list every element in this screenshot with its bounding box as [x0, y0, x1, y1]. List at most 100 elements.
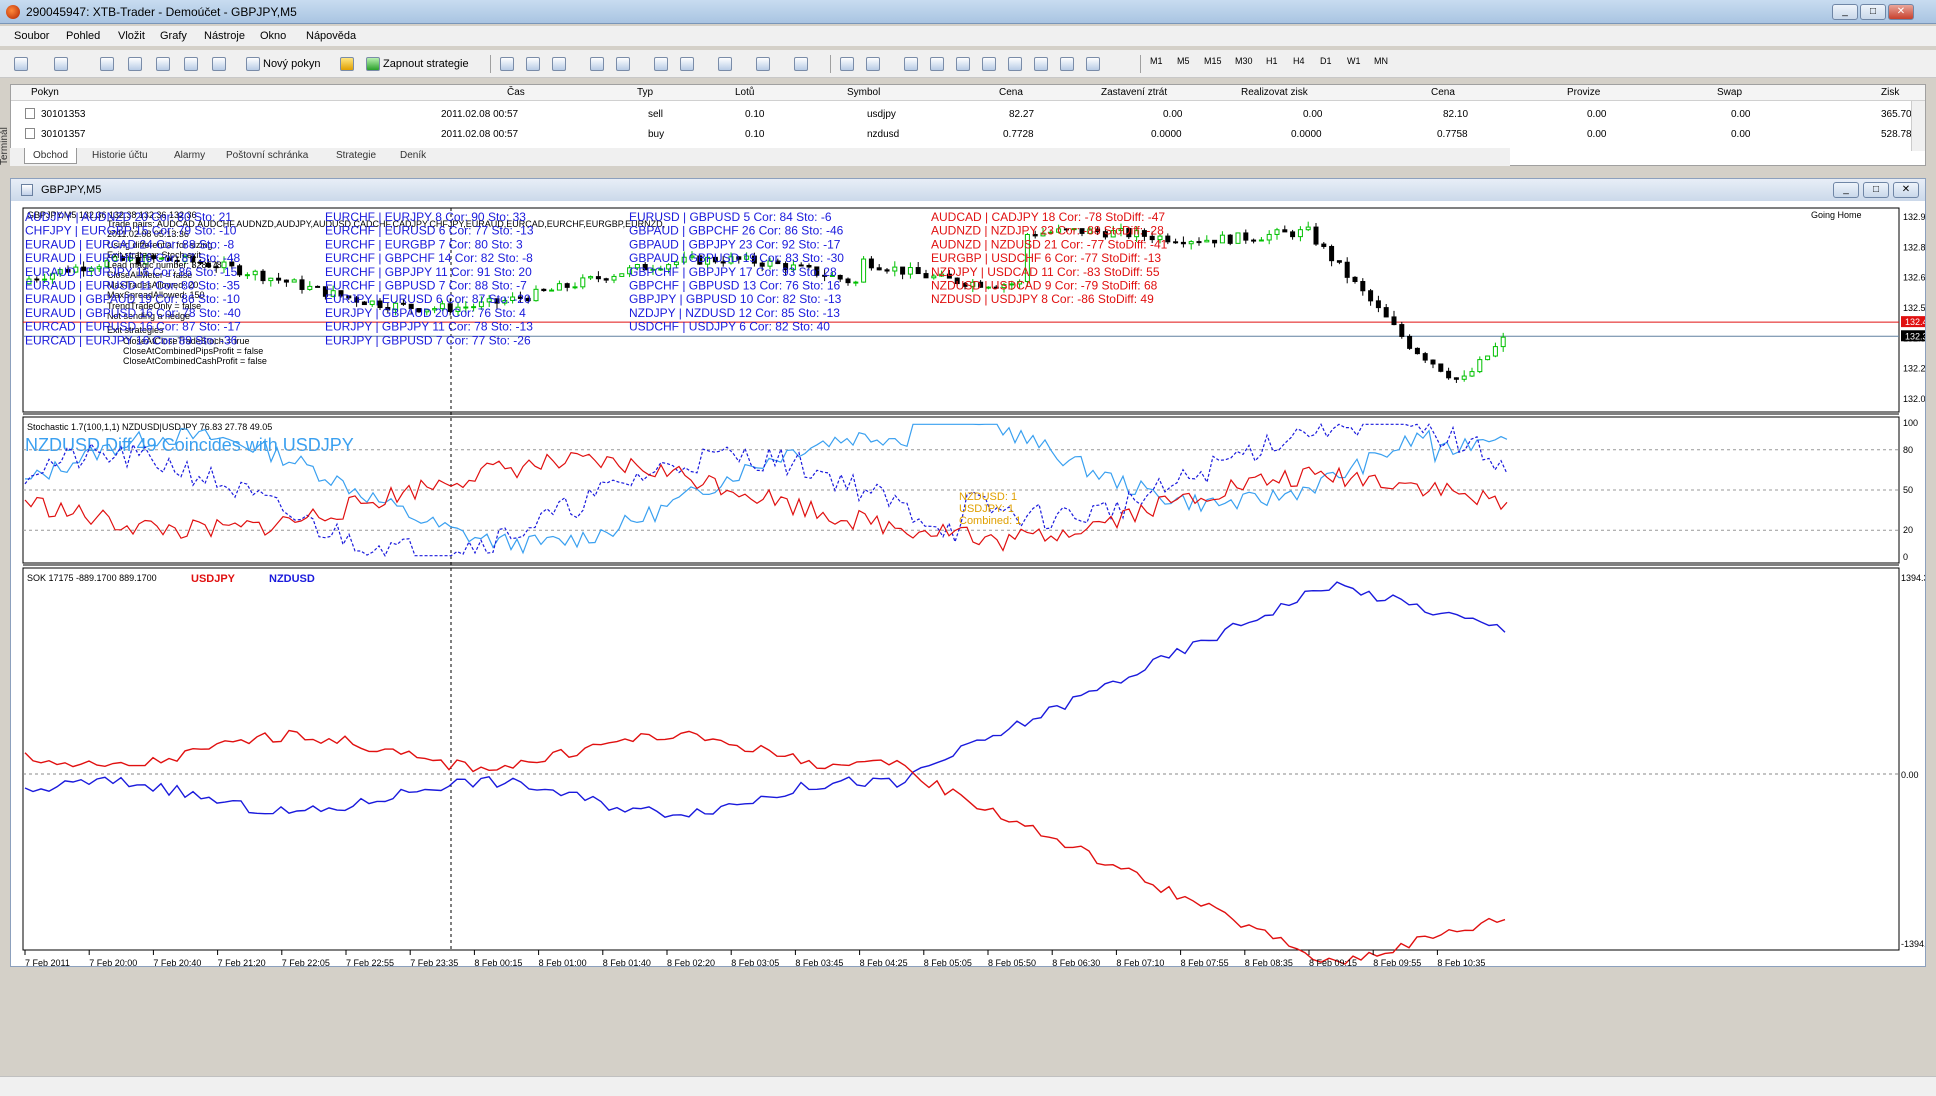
col-pokyn[interactable]: Pokyn	[31, 87, 59, 98]
menu-okno[interactable]: Okno	[260, 30, 286, 42]
candle-body	[1305, 226, 1311, 231]
zoom-out-icon[interactable]	[616, 55, 630, 73]
col-symbol[interactable]: Symbol	[847, 87, 880, 98]
candle-body	[884, 269, 890, 272]
minimize-button[interactable]: _	[1832, 4, 1858, 20]
candle-body	[1297, 229, 1303, 238]
col-provize[interactable]: Provize	[1567, 87, 1600, 98]
zoom-in-icon[interactable]	[590, 55, 604, 73]
chart-minimize-button[interactable]: _	[1833, 182, 1859, 198]
stochastic-big-label: NZDUSD Diff 49 Coincides with USDJPY	[25, 435, 354, 455]
chart-maximize-button[interactable]: □	[1863, 182, 1889, 198]
candle-body	[291, 279, 297, 283]
col-cena-2[interactable]: Cena	[1431, 87, 1455, 98]
tab-postovni-schranka[interactable]: Poštovní schránka	[226, 150, 308, 161]
tab-alarmy[interactable]: Alarmy	[174, 150, 205, 161]
tester-icon[interactable]	[212, 55, 226, 73]
timeframe-w1[interactable]: W1	[1347, 56, 1361, 66]
time-axis-label: 8 Feb 09:15	[1309, 958, 1357, 967]
order-sl: 0.00	[1163, 109, 1183, 120]
timeframe-mn[interactable]: MN	[1374, 56, 1388, 66]
navigator-icon[interactable]	[128, 55, 142, 73]
candle-body	[1469, 371, 1475, 377]
correlation-row: EURGBP | USDCHF 6 Cor: -77 StoDiff: -13	[931, 251, 1161, 265]
menu-pohled[interactable]: Pohled	[66, 30, 100, 42]
col-cas[interactable]: Čas	[507, 87, 525, 98]
col-typ[interactable]: Typ	[637, 87, 653, 98]
col-lotu[interactable]: Lotů	[735, 87, 754, 98]
timeframe-d1[interactable]: D1	[1320, 56, 1332, 66]
candles-icon[interactable]	[526, 55, 540, 73]
terminal-icon[interactable]	[184, 55, 198, 73]
bar-chart-icon[interactable]	[500, 55, 514, 73]
correlation-row: EURCHF | EURGBP 7 Cor: 80 Sto: 3	[325, 237, 523, 251]
new-order-button[interactable]: Nový pokyn	[246, 55, 320, 73]
col-stop-loss[interactable]: Zastavení ztrát	[1101, 87, 1167, 98]
timeframe-m30[interactable]: M30	[1235, 56, 1253, 66]
tab-historie[interactable]: Historie účtu	[92, 150, 148, 161]
order-current-price: 0.7758	[1437, 129, 1468, 140]
arrows-icon[interactable]	[1086, 55, 1100, 73]
menu-napoveda[interactable]: Nápověda	[306, 30, 356, 42]
strategies-button[interactable]: Zapnout strategie	[366, 55, 469, 73]
tab-strategie[interactable]: Strategie	[336, 150, 376, 161]
maximize-button[interactable]: □	[1860, 4, 1886, 20]
col-zisk[interactable]: Zisk	[1881, 87, 1899, 98]
close-button[interactable]: ✕	[1888, 4, 1914, 20]
candle-body	[1391, 316, 1397, 326]
status-bar	[0, 1076, 1936, 1096]
window-title: 290045947: XTB-Trader - Demoúčet - GBPJP…	[26, 5, 297, 19]
timeframe-h1[interactable]: H1	[1266, 56, 1278, 66]
templates-icon[interactable]	[794, 55, 808, 73]
chart-canvas[interactable]: 132.95132.80132.65132.50132.35132.20132.…	[11, 201, 1925, 967]
strategies-icon	[366, 57, 380, 71]
candle-body	[1344, 261, 1350, 278]
chart-shift-icon[interactable]	[680, 55, 694, 73]
cursor-icon[interactable]	[840, 55, 854, 73]
col-take-profit[interactable]: Realizovat zisk	[1241, 87, 1308, 98]
data-window-icon[interactable]	[156, 55, 170, 73]
price-axis-label: 132.65	[1903, 273, 1925, 283]
menu-vlozit[interactable]: Vložit	[118, 30, 145, 42]
text-icon[interactable]	[1034, 55, 1048, 73]
timeframe-h4[interactable]: H4	[1293, 56, 1305, 66]
col-cena[interactable]: Cena	[999, 87, 1023, 98]
crosshair-icon[interactable]	[866, 55, 880, 73]
timeframe-m5[interactable]: M5	[1177, 56, 1190, 66]
chart-close-button[interactable]: ✕	[1893, 182, 1919, 198]
sok-axis-zero: 0.00	[1901, 770, 1919, 780]
vertical-line-icon[interactable]	[904, 55, 918, 73]
periods-icon[interactable]	[756, 55, 770, 73]
autoscroll-icon[interactable]	[654, 55, 668, 73]
tab-obchod[interactable]: Obchod	[24, 148, 78, 164]
indicators-icon[interactable]	[718, 55, 732, 73]
terminal-scrollbar[interactable]	[1911, 101, 1925, 151]
table-row[interactable]: 30101353 2011.02.08 00:57 sell 0.10 usdj…	[11, 107, 1912, 123]
text-label-icon[interactable]	[1060, 55, 1074, 73]
metaeditor-icon[interactable]	[340, 55, 354, 73]
stochastic-axis-label: 20	[1903, 525, 1913, 535]
trendline-icon[interactable]	[956, 55, 970, 73]
price-current-tag-label: 132.36	[1905, 331, 1925, 341]
correlation-row: EURCHF | GBPUSD 7 Cor: 88 Sto: -7	[325, 279, 527, 293]
time-axis-label: 8 Feb 09:55	[1373, 958, 1421, 967]
timeframe-m1[interactable]: M1	[1150, 56, 1163, 66]
market-watch-icon[interactable]	[100, 55, 114, 73]
fibonacci-icon[interactable]	[1008, 55, 1022, 73]
new-chart-icon[interactable]	[14, 55, 28, 73]
menu-grafy[interactable]: Grafy	[160, 30, 187, 42]
correlation-row: EURAUD | GBPAUD 19 Cor: 86 Sto: -10	[25, 292, 240, 306]
sok-axis-top: 1394.354	[1901, 573, 1925, 583]
profiles-icon[interactable]	[54, 55, 68, 73]
timeframe-m15[interactable]: M15	[1204, 56, 1222, 66]
line-chart-icon[interactable]	[552, 55, 566, 73]
tab-denik[interactable]: Deník	[400, 150, 426, 161]
order-type: sell	[648, 109, 664, 120]
col-swap[interactable]: Swap	[1717, 87, 1742, 98]
stochastic-axis-label: 100	[1903, 418, 1918, 428]
menu-nastroje[interactable]: Nástroje	[204, 30, 245, 42]
horizontal-line-icon[interactable]	[930, 55, 944, 73]
menu-soubor[interactable]: Soubor	[14, 30, 49, 42]
channel-icon[interactable]	[982, 55, 996, 73]
table-row[interactable]: 30101357 2011.02.08 00:57 buy 0.10 nzdus…	[11, 127, 1912, 143]
